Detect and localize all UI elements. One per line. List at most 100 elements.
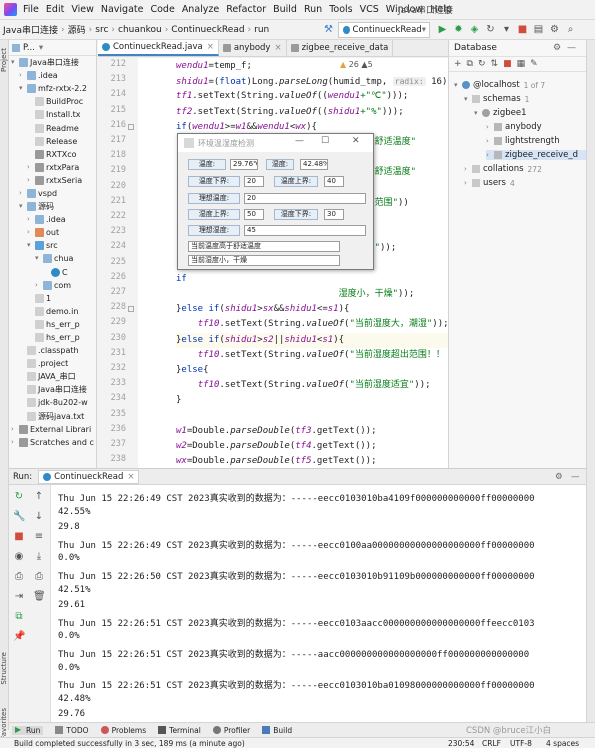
- chevron-right-icon[interactable]: ›: [11, 423, 19, 436]
- tab-terminal[interactable]: Terminal: [158, 726, 201, 735]
- chevron-right-icon[interactable]: ›: [35, 279, 43, 292]
- menu-vcs[interactable]: VCS: [360, 4, 379, 15]
- line-separator[interactable]: CRLF: [482, 739, 501, 748]
- tree-item[interactable]: › .idea: [9, 213, 96, 226]
- indent-setting[interactable]: 4 spaces: [546, 739, 579, 748]
- clear-all-icon[interactable]: 🗑: [33, 591, 46, 603]
- chevron-right-icon[interactable]: ›: [27, 174, 35, 187]
- dump-threads-icon[interactable]: ⎙: [13, 571, 25, 583]
- code-line[interactable]: [176, 409, 448, 424]
- tree-item[interactable]: hs_err_p: [9, 331, 96, 344]
- chevron-down-icon[interactable]: ▾: [19, 200, 27, 213]
- close-icon[interactable]: ×: [274, 43, 281, 53]
- temp-lower-bound-button[interactable]: 温度下界:: [188, 176, 240, 187]
- schema-zigbee1-node[interactable]: ▾ zigbee1: [474, 108, 526, 118]
- collations-node[interactable]: › collations 272: [464, 164, 542, 174]
- stop-icon[interactable]: ■: [13, 531, 25, 543]
- run-configuration-select[interactable]: ContinueckRead ▾: [338, 22, 430, 38]
- print-icon[interactable]: ⎙: [33, 571, 45, 583]
- code-line[interactable]: }else{: [176, 363, 448, 378]
- tree-item[interactable]: › com: [9, 279, 96, 292]
- db-host-node[interactable]: ▾ @localhost 1 of 7: [454, 80, 545, 90]
- run-icon[interactable]: ▶: [436, 23, 449, 36]
- tree-item[interactable]: › rxtxPara: [9, 161, 96, 174]
- code-line[interactable]: tf10.setText(String.valueOf("当前湿度适宜"));: [176, 378, 448, 393]
- table-lightstrength-node[interactable]: › lightstrength: [486, 136, 560, 146]
- project-panel-title[interactable]: P...: [23, 43, 35, 53]
- humid-lower-bound-button[interactable]: 湿度下界:: [274, 209, 318, 220]
- project-structure-icon[interactable]: ▤: [532, 23, 545, 36]
- code-line[interactable]: shidu1=(float)Long.parseLong(humid_tmp, …: [176, 74, 448, 89]
- file-encoding[interactable]: UTF-8: [510, 739, 532, 748]
- console-output[interactable]: Thu Jun 15 22:26:49 CST 2023真实收到的数据为：---…: [51, 485, 586, 722]
- menu-refactor[interactable]: Refactor: [226, 4, 266, 15]
- temperature-field[interactable]: 29.76℃: [230, 159, 258, 170]
- more-run-icon[interactable]: ▾: [500, 23, 513, 36]
- settings-icon[interactable]: ⚙: [548, 23, 561, 36]
- humid-lower-bound-field[interactable]: 30: [324, 209, 344, 220]
- breadcrumb-project[interactable]: Java串口连接: [3, 23, 58, 36]
- camera-icon[interactable]: ◉: [13, 551, 25, 563]
- menu-tools[interactable]: Tools: [329, 4, 352, 15]
- menu-edit[interactable]: Edit: [46, 4, 64, 15]
- chevron-right-icon[interactable]: ›: [27, 213, 35, 226]
- copy-icon[interactable]: ⧉: [467, 59, 478, 69]
- tab-continueckread-java[interactable]: ContinueckRead.java ×: [98, 40, 219, 56]
- structure-tool-tab[interactable]: Structure: [0, 652, 9, 685]
- tree-item[interactable]: RXTXco: [9, 148, 96, 161]
- tab-profiler[interactable]: Profiler: [212, 726, 250, 735]
- breadcrumb-method[interactable]: run: [254, 25, 269, 35]
- cursor-position[interactable]: 230:54: [448, 739, 474, 748]
- tree-item[interactable]: .project: [9, 357, 96, 370]
- tab-build[interactable]: Build: [262, 726, 292, 735]
- tab-run[interactable]: ▶ Run: [12, 725, 44, 735]
- tree-item[interactable]: 源码java.txt: [9, 410, 96, 423]
- stop-icon[interactable]: ■: [516, 23, 529, 36]
- tree-item[interactable]: Install.tx: [9, 108, 96, 121]
- pin-icon[interactable]: 📌: [13, 631, 25, 643]
- code-line[interactable]: if: [176, 272, 448, 287]
- tab-todo[interactable]: TODO: [55, 726, 89, 735]
- temp-lower-bound-field[interactable]: 20: [244, 176, 264, 187]
- tree-item[interactable]: hs_err_p: [9, 318, 96, 331]
- tree-item[interactable]: › .idea: [9, 69, 96, 82]
- soft-wrap-icon[interactable]: ≡: [33, 531, 45, 543]
- breadcrumb-source[interactable]: 源码: [68, 23, 86, 36]
- maximize-icon[interactable]: ☐: [321, 136, 329, 146]
- code-line[interactable]: 湿度小，干燥"));: [176, 287, 448, 302]
- run-tab[interactable]: ContinueckRead ×: [38, 469, 140, 484]
- table-zigbee-receive-node[interactable]: › zigbee_receive_d: [486, 150, 586, 160]
- table-anybody-node[interactable]: › anybody: [486, 122, 542, 132]
- schemas-node[interactable]: ▾ schemas 1: [464, 94, 529, 104]
- scroll-down-icon[interactable]: ↓: [33, 511, 45, 523]
- ideal-temp-button[interactable]: 理想温度:: [188, 193, 240, 204]
- code-line[interactable]: }else if(shidu1>sx&&shidu1<=s1){: [176, 302, 448, 317]
- exit-icon[interactable]: ⇥: [13, 591, 25, 603]
- grid-icon[interactable]: ▦: [517, 59, 531, 69]
- tree-item[interactable]: BuildProc: [9, 95, 96, 108]
- close-icon[interactable]: ×: [207, 42, 214, 52]
- tab-zigbee-receive-data[interactable]: zigbee_receive_data: [287, 40, 394, 56]
- menu-code[interactable]: Code: [150, 4, 174, 15]
- tree-item[interactable]: jdk-8u202-w: [9, 396, 96, 409]
- humidity-button[interactable]: 湿度:: [266, 159, 294, 170]
- settings-icon[interactable]: ⚙: [555, 472, 563, 482]
- settings-icon[interactable]: ⚙: [553, 43, 561, 53]
- code-line[interactable]: w2=Double.parseDouble(tf4.getText());: [176, 439, 448, 454]
- code-line[interactable]: wx=Double.parseDouble(tf5.getText());: [176, 454, 448, 468]
- chevron-down-icon[interactable]: ▾: [35, 252, 43, 265]
- fold-marker-icon[interactable]: [128, 306, 134, 313]
- close-icon[interactable]: ×: [127, 472, 134, 482]
- menu-run[interactable]: Run: [304, 4, 322, 15]
- tree-item[interactable]: › External Librari: [9, 423, 96, 436]
- humidity-field[interactable]: 42.48%: [300, 159, 328, 170]
- project-tool-tab[interactable]: Project: [0, 48, 9, 72]
- minimize-panel-icon[interactable]: —: [567, 43, 576, 53]
- tree-item[interactable]: C: [9, 266, 96, 279]
- breadcrumb-class[interactable]: ContinueckRead: [171, 25, 244, 35]
- tab-problems[interactable]: Problems: [100, 726, 146, 735]
- tree-item[interactable]: .classpath: [9, 344, 96, 357]
- close-icon[interactable]: ✕: [352, 136, 360, 146]
- temperature-button[interactable]: 温度:: [188, 159, 226, 170]
- code-line[interactable]: tf10.setText(String.valueOf("当前湿度大，潮湿"))…: [176, 317, 448, 332]
